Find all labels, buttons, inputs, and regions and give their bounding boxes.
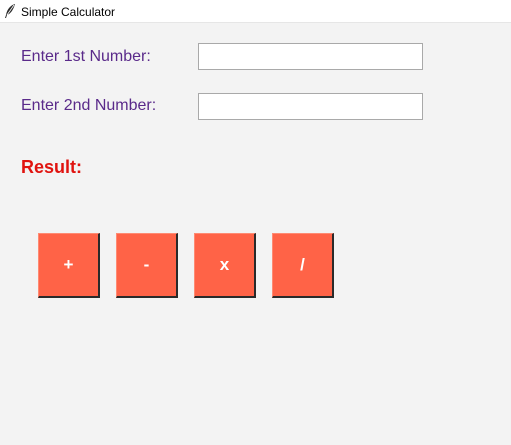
title-bar: Simple Calculator	[0, 0, 511, 23]
second-number-label: Enter 2nd Number:	[21, 97, 157, 114]
second-number-input[interactable]	[198, 93, 423, 120]
divide-button[interactable]: /	[272, 233, 334, 298]
feather-icon	[5, 4, 15, 18]
multiply-button[interactable]: x	[194, 233, 256, 298]
add-button[interactable]: +	[38, 233, 100, 298]
first-number-label: Enter 1st Number:	[21, 48, 151, 65]
window-title: Simple Calculator	[21, 5, 116, 19]
calculator-panel: Enter 1st Number: Enter 2nd Number: Resu…	[0, 23, 511, 445]
subtract-button[interactable]: -	[116, 233, 178, 298]
result-label: Result:	[21, 157, 83, 177]
first-number-input[interactable]	[198, 43, 423, 70]
